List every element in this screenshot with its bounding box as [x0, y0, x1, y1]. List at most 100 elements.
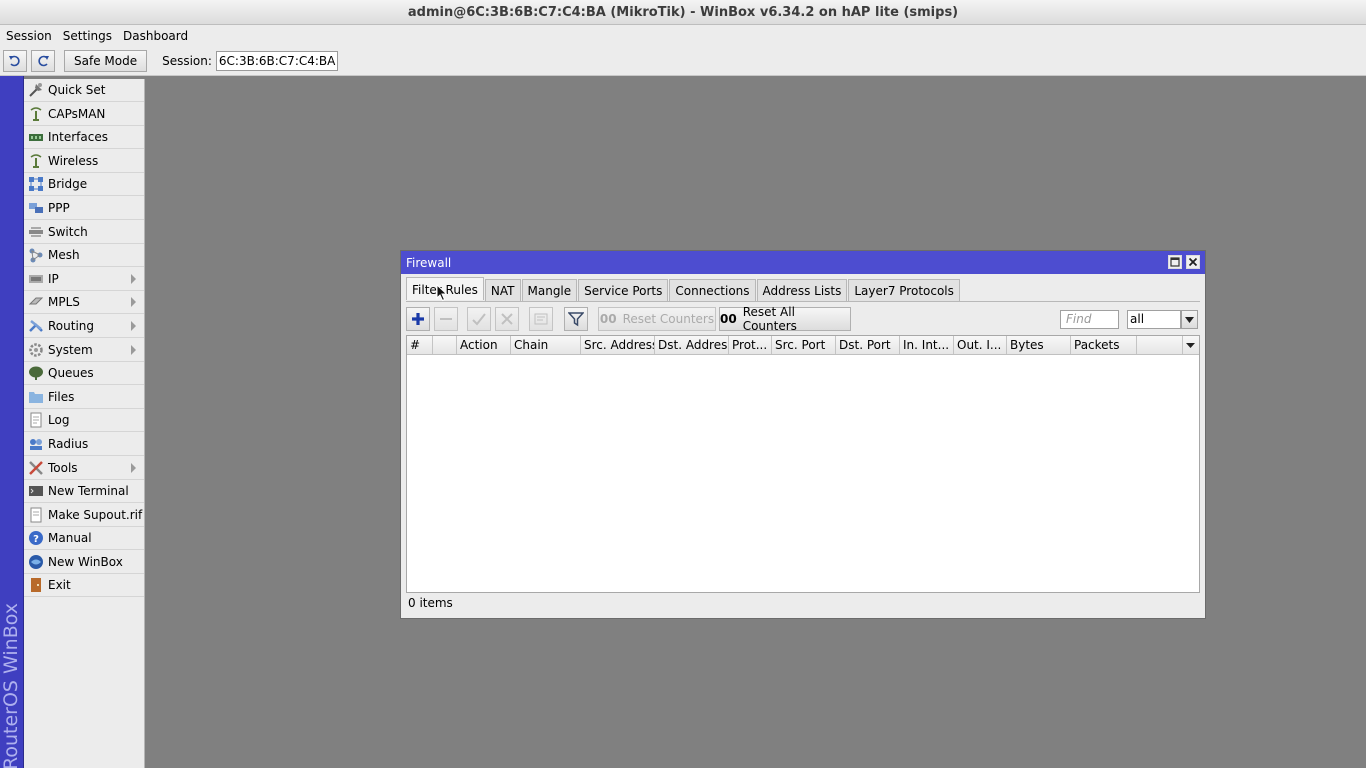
sidebar-item-new-winbox[interactable]: New WinBox [24, 551, 144, 574]
tab-layer7-protocols[interactable]: Layer7 Protocols [848, 279, 960, 301]
column-bytes[interactable]: Bytes [1007, 336, 1071, 354]
sidebar-item-wireless[interactable]: Wireless [24, 150, 144, 173]
safe-mode-button[interactable]: Safe Mode [64, 50, 148, 72]
firewall-title: Firewall [406, 255, 452, 270]
mpls-icon [27, 294, 45, 310]
column-out-interface[interactable]: Out. I... [954, 336, 1007, 354]
files-icon [27, 389, 45, 405]
enable-rule-button[interactable] [467, 307, 491, 331]
sidebar-item-mesh[interactable]: Mesh [24, 244, 144, 268]
sidebar-item-ppp[interactable]: PPP [24, 197, 144, 220]
sidebar-item-label: Routing [48, 318, 95, 333]
sidebar-item-label: CAPsMAN [48, 106, 106, 121]
tab-mangle[interactable]: Mangle [521, 279, 578, 301]
filter-select[interactable]: all [1127, 310, 1181, 329]
sidebar-item-tools[interactable]: Tools [24, 457, 144, 480]
sidebar-item-label: Make Supout.rif [48, 507, 143, 522]
sidebar-item-routing[interactable]: Routing [24, 315, 144, 338]
manual-icon: ? [27, 530, 45, 546]
column-flags[interactable] [433, 336, 457, 354]
sidebar-item-label: Radius [48, 436, 89, 451]
system-icon [27, 342, 45, 358]
session-field[interactable]: 6C:3B:6B:C7:C4:BA [215, 51, 339, 71]
column-packets[interactable]: Packets [1071, 336, 1137, 354]
sidebar-item-interfaces[interactable]: Interfaces [24, 126, 144, 150]
add-rule-button[interactable] [406, 307, 430, 331]
sidebar-item-label: IP [48, 271, 59, 286]
sidebar-item-new-terminal[interactable]: New Terminal [24, 480, 144, 504]
routing-icon [27, 318, 45, 334]
bridge-icon [27, 176, 45, 192]
window-title: admin@6C:3B:6B:C7:C4:BA (MikroTik) - Win… [0, 0, 1366, 25]
sidebar-item-label: Wireless [48, 153, 99, 168]
filter-button[interactable] [564, 307, 588, 331]
column-menu-button[interactable] [1182, 336, 1199, 354]
new-winbox-icon [27, 554, 45, 570]
sidebar-item-bridge[interactable]: Bridge [24, 173, 144, 197]
column-dst-port[interactable]: Dst. Port [836, 336, 900, 354]
firewall-titlebar[interactable]: Firewall [401, 251, 1205, 274]
supout-icon [27, 507, 45, 523]
tab-nat[interactable]: NAT [484, 279, 521, 301]
svg-text:?: ? [33, 534, 39, 545]
submenu-arrow-icon [131, 462, 136, 473]
firewall-window: Firewall Filter Rules NAT Mangle Service… [400, 250, 1206, 619]
column-number[interactable]: # [407, 336, 433, 354]
terminal-icon [27, 483, 45, 499]
comment-button[interactable] [529, 307, 553, 331]
tab-service-ports[interactable]: Service Ports [578, 279, 669, 301]
reset-counters-label: Reset Counters [622, 312, 715, 326]
tools-icon [27, 460, 45, 476]
brand-vertical-text: RouterOS WinBox [0, 602, 22, 768]
column-src-port[interactable]: Src. Port [772, 336, 836, 354]
remove-rule-button[interactable] [434, 307, 458, 331]
reset-counters-button[interactable]: 00 Reset Counters [598, 307, 716, 331]
plus-icon [412, 313, 424, 325]
column-protocol[interactable]: Prot... [729, 336, 772, 354]
sidebar-item-ip[interactable]: IP [24, 268, 144, 291]
sidebar-item-files[interactable]: Files [24, 386, 144, 409]
funnel-icon [568, 312, 584, 327]
table-header: # Action Chain Src. Address Dst. Address… [407, 336, 1199, 355]
disable-rule-button[interactable] [495, 307, 519, 331]
sidebar-item-switch[interactable]: Switch [24, 221, 144, 244]
firewall-tabs: Filter Rules NAT Mangle Service Ports Co… [406, 277, 961, 301]
menu-session[interactable]: Session [0, 25, 57, 47]
sidebar-item-quick-set[interactable]: Quick Set [24, 79, 144, 102]
redo-button[interactable] [31, 50, 55, 72]
counter-prefix: 00 [720, 312, 737, 326]
maximize-button[interactable] [1168, 255, 1182, 269]
sidebar-item-capsman[interactable]: CAPsMAN [24, 103, 144, 126]
sidebar-item-log[interactable]: Log [24, 409, 144, 433]
sidebar-item-system[interactable]: System [24, 339, 144, 362]
reset-all-counters-button[interactable]: 00 Reset All Counters [719, 305, 851, 333]
sidebar-item-exit[interactable]: Exit [24, 574, 144, 598]
sidebar-item-queues[interactable]: Queues [24, 362, 144, 386]
column-dst-address[interactable]: Dst. Address [655, 336, 729, 354]
find-input[interactable]: Find [1060, 310, 1119, 329]
filter-dropdown-button[interactable] [1181, 310, 1198, 329]
column-action[interactable]: Action [457, 336, 511, 354]
check-icon [472, 313, 486, 326]
menubar: Session Settings Dashboard [0, 25, 1366, 47]
tab-address-lists[interactable]: Address Lists [756, 279, 848, 301]
menu-dashboard[interactable]: Dashboard [117, 25, 193, 47]
sidebar-item-radius[interactable]: Radius [24, 433, 144, 456]
x-icon [501, 313, 513, 325]
menu-settings[interactable]: Settings [57, 25, 117, 47]
close-button[interactable] [1186, 255, 1200, 269]
switch-icon [27, 224, 45, 240]
undo-button[interactable] [3, 50, 27, 72]
sidebar-item-label: Manual [48, 531, 92, 546]
column-in-interface[interactable]: In. Int... [900, 336, 954, 354]
sidebar-item-label: Bridge [48, 177, 88, 192]
sidebar-item-manual[interactable]: ? Manual [24, 527, 144, 551]
maximize-icon [1170, 257, 1180, 267]
wireless-icon [27, 153, 45, 169]
column-src-address[interactable]: Src. Address [581, 336, 655, 354]
column-chain[interactable]: Chain [511, 336, 581, 354]
sidebar-item-make-supout[interactable]: Make Supout.rif [24, 504, 144, 527]
tab-connections[interactable]: Connections [669, 279, 756, 301]
ip-icon [27, 271, 45, 287]
sidebar-item-mpls[interactable]: MPLS [24, 291, 144, 315]
